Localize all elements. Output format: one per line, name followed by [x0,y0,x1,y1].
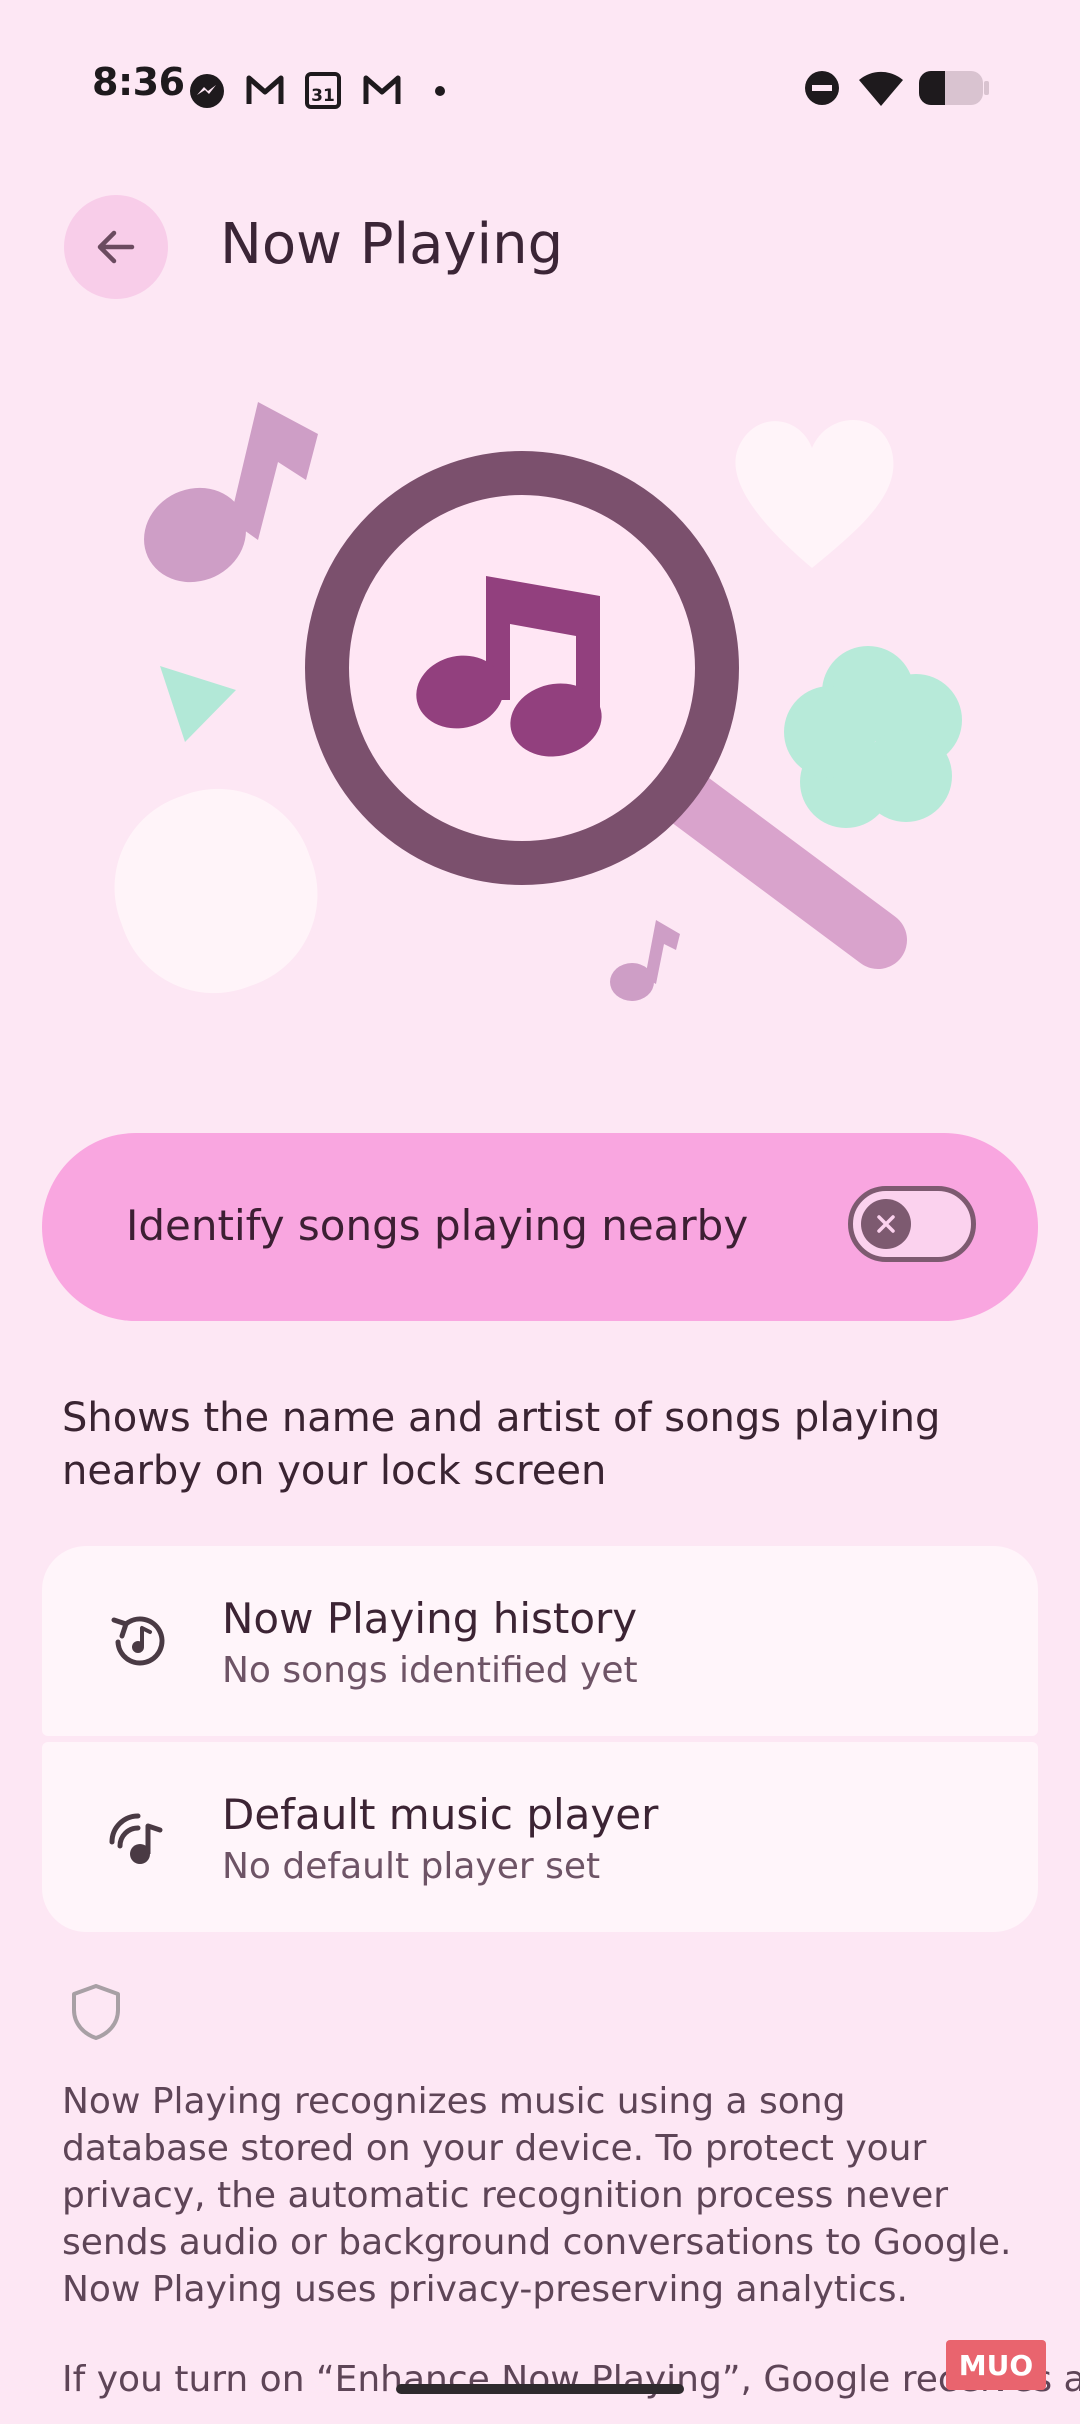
default-player-subtitle: No default player set [222,1846,601,1887]
do-not-disturb-icon [804,70,840,110]
history-subtitle: No songs identified yet [222,1650,638,1691]
identify-songs-toggle-row[interactable]: Identify songs playing nearby [42,1133,1038,1321]
page-title: Now Playing [220,212,564,277]
identify-songs-label: Identify songs playing nearby [126,1201,749,1250]
history-music-icon [104,1606,174,1676]
enhance-now-playing-notice: If you turn on “Enhance Now Playing”, Go… [62,2359,1080,2400]
now-playing-history-item[interactable]: Now Playing history No songs identified … [42,1546,1038,1736]
heart-decoration [735,419,894,568]
calendar-icon: 31 [304,70,342,114]
history-title: Now Playing history [222,1594,638,1643]
privacy-notice: Now Playing recognizes music using a son… [62,2081,1012,2310]
status-bar: 8:36 31 [0,0,1080,130]
triangle-decoration [160,666,236,742]
blob-decoration [114,788,318,994]
muo-watermark: MUO [946,2340,1046,2390]
switch-thumb [861,1199,911,1249]
gesture-nav-handle[interactable] [396,2384,684,2394]
status-time: 8:36 [92,60,185,104]
hero-illustration [0,380,1080,1040]
default-music-player-item[interactable]: Default music player No default player s… [42,1742,1038,1932]
messenger-icon [188,72,226,114]
calendar-day: 31 [311,86,335,106]
gmail-icon [245,74,285,110]
identify-songs-switch[interactable] [848,1186,976,1262]
gmail-icon-2 [362,74,402,110]
arrow-back-icon [97,230,135,264]
shield-icon [68,1982,124,2046]
wifi-icon [858,68,904,112]
back-button[interactable] [64,195,168,299]
now-playing-settings-screen: 8:36 31 Now Playing Identify songs playi… [0,0,1080,2424]
music-note-small-decoration [610,920,680,1001]
close-icon [877,1215,895,1233]
default-player-title: Default music player [222,1790,659,1839]
dot-icon [434,82,446,101]
flower-decoration [784,646,962,828]
music-player-cast-icon [104,1802,174,1872]
battery-icon [918,70,990,110]
music-note-left-decoration [144,402,318,583]
feature-description: Shows the name and artist of songs playi… [62,1395,941,1494]
